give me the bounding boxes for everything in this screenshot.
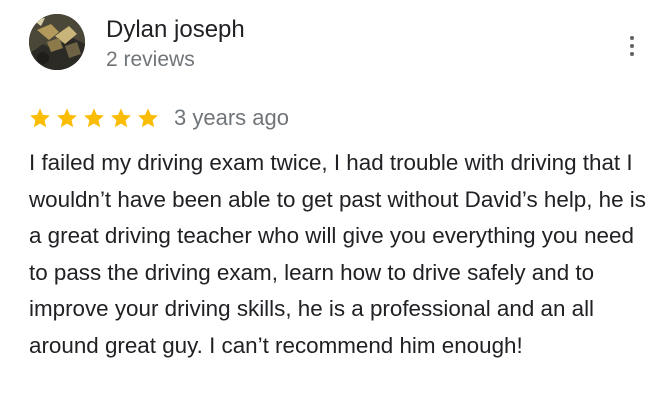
more-vert-icon <box>630 36 634 40</box>
more-vert-icon-dot <box>630 44 634 48</box>
avatar[interactable] <box>29 14 85 70</box>
review-card: Dylan joseph 2 reviews 3 years ago I fai… <box>0 0 667 403</box>
review-date: 3 years ago <box>174 105 289 130</box>
star-icon <box>57 108 77 128</box>
star-rating <box>29 107 164 129</box>
review-count: 2 reviews <box>106 48 195 71</box>
star-icon <box>30 108 50 128</box>
more-options-button[interactable] <box>616 28 648 64</box>
avatar-image <box>29 14 85 70</box>
review-text: I failed my driving exam twice, I had tr… <box>29 150 646 358</box>
reviewer-name[interactable]: Dylan joseph <box>106 14 245 46</box>
rating-row: 3 years ago <box>29 103 289 133</box>
star-icon <box>84 108 104 128</box>
more-vert-icon-dot <box>630 52 634 56</box>
star-icon <box>138 108 158 128</box>
star-icon <box>111 108 131 128</box>
